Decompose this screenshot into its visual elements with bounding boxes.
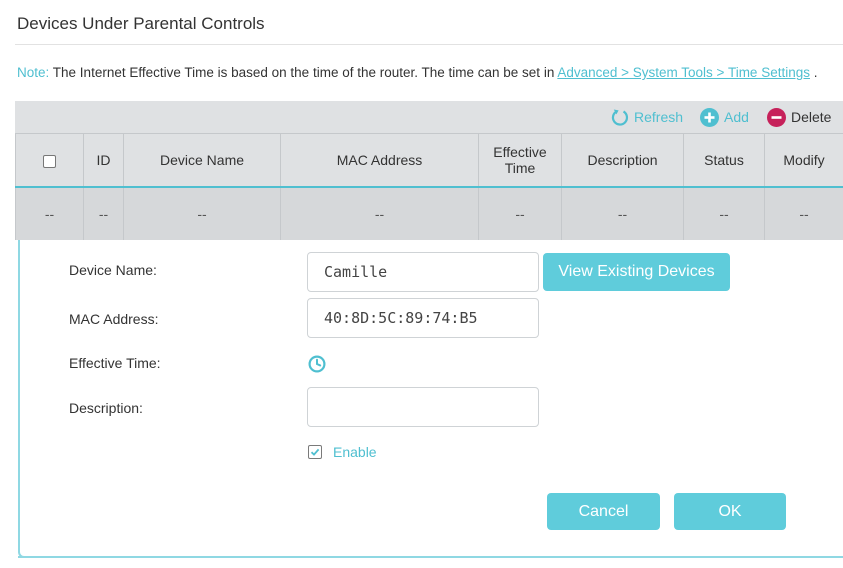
table-row: -- -- -- -- -- -- -- --	[15, 186, 843, 240]
column-header: Effective Time	[478, 133, 562, 187]
description-input[interactable]	[307, 387, 539, 427]
clock-icon[interactable]	[308, 355, 326, 373]
mac-address-label: MAC Address:	[69, 311, 159, 327]
refresh-icon	[611, 109, 629, 126]
delete-button[interactable]: Delete	[767, 101, 831, 133]
select-all-checkbox[interactable]	[43, 154, 56, 168]
plus-circle-icon	[700, 107, 719, 127]
page-title: Devices Under Parental Controls	[17, 14, 265, 33]
cancel-button[interactable]: Cancel	[547, 493, 660, 530]
title-divider	[15, 44, 843, 45]
refresh-label: Refresh	[634, 109, 684, 125]
view-existing-devices-button[interactable]: View Existing Devices	[543, 253, 730, 291]
table-cell: --	[280, 186, 479, 240]
enable-checkbox-box[interactable]	[308, 445, 322, 459]
device-name-input[interactable]: Camille	[307, 252, 539, 292]
note-body: The Internet Effective Time is based on …	[52, 65, 555, 80]
table-cell: --	[561, 186, 684, 240]
ok-button[interactable]: OK	[674, 493, 786, 530]
effective-time-label: Effective Time:	[69, 355, 161, 371]
column-header: Description	[561, 133, 684, 187]
enable-label: Enable	[333, 444, 377, 460]
table-cell: --	[478, 186, 562, 240]
column-header: Modify	[764, 133, 843, 187]
time-settings-link[interactable]: Advanced > System Tools > Time Settings	[557, 65, 810, 80]
add-label: Add	[724, 109, 749, 125]
table-cell: --	[123, 186, 281, 240]
column-header: Status	[683, 133, 765, 187]
devices-table: ID Device Name MAC Address Effective Tim…	[15, 133, 843, 240]
table-cell: --	[15, 186, 84, 240]
table-toolbar: Refresh Add Delete	[15, 101, 843, 133]
minus-circle-icon	[767, 107, 786, 127]
table-header-row: ID Device Name MAC Address Effective Tim…	[15, 133, 843, 187]
refresh-button[interactable]: Refresh	[611, 101, 683, 133]
note-text: Note: The Internet Effective Time is bas…	[17, 64, 843, 81]
device-name-label: Device Name:	[69, 262, 157, 278]
checkmark-icon	[310, 448, 320, 456]
column-header: MAC Address	[280, 133, 479, 187]
enable-checkbox[interactable]: Enable	[308, 444, 377, 460]
delete-label: Delete	[791, 109, 832, 125]
note-period: .	[813, 65, 818, 80]
panel-bottom-border	[18, 556, 843, 558]
table-cell: --	[683, 186, 765, 240]
select-all-cell[interactable]	[15, 133, 84, 187]
column-header: Device Name	[123, 133, 281, 187]
description-label: Description:	[69, 400, 143, 416]
column-header: ID	[83, 133, 124, 187]
mac-address-input[interactable]: 40:8D:5C:89:74:B5	[307, 298, 539, 338]
add-button[interactable]: Add	[700, 101, 749, 133]
note-label: Note:	[17, 65, 50, 80]
table-cell: --	[764, 186, 843, 240]
table-cell: --	[83, 186, 124, 240]
